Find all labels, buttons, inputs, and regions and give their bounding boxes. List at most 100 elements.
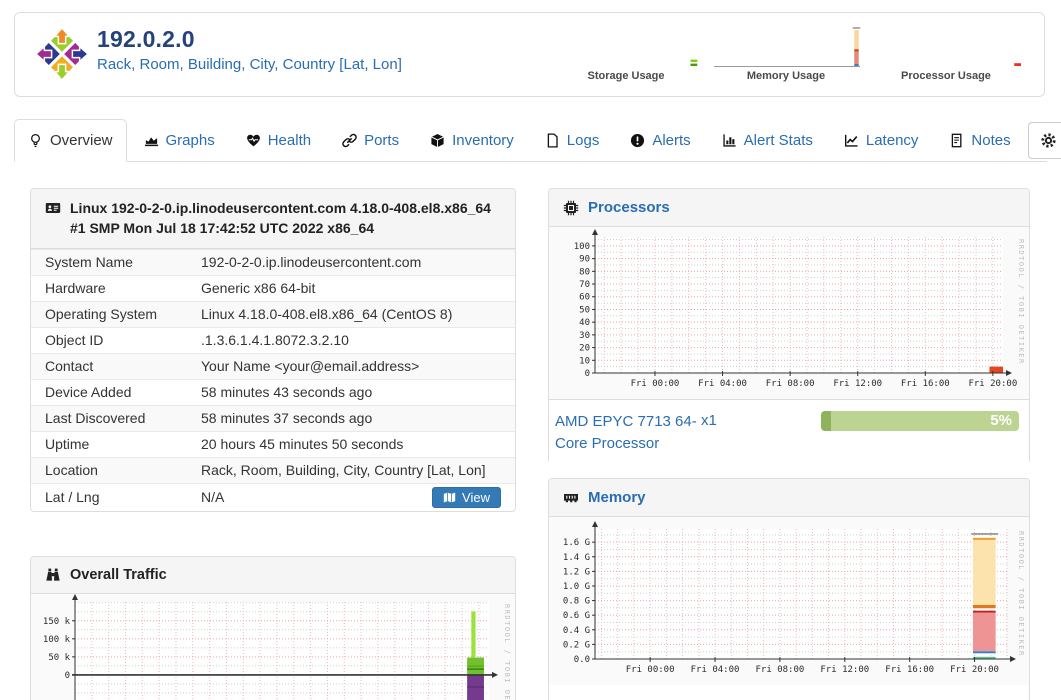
tab-label: Alert Stats bbox=[743, 131, 813, 149]
svg-text:30: 30 bbox=[579, 331, 590, 341]
table-row: Device Added 58 minutes 43 seconds ago bbox=[31, 378, 515, 405]
lightbulb-icon bbox=[28, 133, 43, 148]
svg-text:0.4 G: 0.4 G bbox=[563, 626, 590, 636]
table-row: Lat / Lng N/A View bbox=[31, 482, 515, 511]
tab-label: Ports bbox=[364, 131, 400, 149]
memory-chip-icon bbox=[564, 493, 578, 502]
map-icon bbox=[443, 492, 456, 502]
svg-text:150 k: 150 k bbox=[43, 617, 71, 627]
tab-actions-group bbox=[1027, 121, 1061, 159]
overall-traffic-header: Overall Traffic bbox=[31, 557, 515, 594]
memory-card: Memory 0.0 0.2 G 0.4 G 0.6 G 0.8 G 1.0 G 1.2 G… bbox=[548, 478, 1030, 700]
svg-text:0: 0 bbox=[65, 671, 70, 681]
tab-label: Graphs bbox=[165, 131, 215, 149]
tab-label: Logs bbox=[566, 131, 600, 149]
device-tab-bar: Overview Graphs Health Ports Inventory L… bbox=[14, 119, 1061, 162]
svg-text:Fri 20:00: Fri 20:00 bbox=[950, 665, 999, 675]
tab-health[interactable]: Health bbox=[232, 119, 325, 161]
svg-text:RRDTOOL / TOBI OETIKER: RRDTOOL / TOBI OETIKER bbox=[503, 604, 511, 700]
exclamation-circle-icon bbox=[630, 133, 645, 148]
bar-chart-icon bbox=[722, 133, 737, 148]
device-ip-title: 192.0.2.0 bbox=[97, 26, 195, 52]
svg-text:Fri 12:00: Fri 12:00 bbox=[820, 665, 869, 675]
device-location-link[interactable]: Rack, Room, Building, City, Country [Lat… bbox=[97, 56, 402, 73]
svg-text:0.0: 0.0 bbox=[574, 655, 590, 665]
tab-alerts[interactable]: Alerts bbox=[616, 119, 704, 161]
svg-text:0.2 G: 0.2 G bbox=[563, 640, 590, 650]
cube-icon bbox=[430, 133, 445, 148]
binoculars-icon bbox=[46, 568, 60, 581]
svg-text:1.6 G: 1.6 G bbox=[563, 538, 590, 548]
svg-text:50: 50 bbox=[579, 305, 590, 315]
table-row: System Name 192-0-2-0.ip.linodeuserconten… bbox=[31, 248, 515, 275]
tab-ports[interactable]: Ports bbox=[328, 119, 413, 161]
device-header-card: 192.0.2.0 Rack, Room, Building, City, Co… bbox=[14, 12, 1045, 97]
svg-text:60: 60 bbox=[579, 293, 590, 303]
svg-text:Fri 08:00: Fri 08:00 bbox=[756, 665, 805, 675]
svg-text:90: 90 bbox=[579, 255, 590, 265]
header-mini-graphs: Storage Usage Memory Usage Processor Usa… bbox=[546, 25, 1026, 82]
cpu-usage-bar: 5% bbox=[821, 411, 1019, 431]
tab-logs[interactable]: Logs bbox=[531, 119, 614, 161]
memory-usage-sparkline bbox=[711, 25, 861, 69]
tab-overview[interactable]: Overview bbox=[14, 119, 127, 162]
svg-text:1.2 G: 1.2 G bbox=[563, 567, 590, 577]
cpu-name-link[interactable]: AMD EPYC 7713 64-Core Processor bbox=[555, 411, 701, 455]
tab-alert-stats[interactable]: Alert Stats bbox=[708, 119, 827, 161]
tab-graphs[interactable]: Graphs bbox=[130, 119, 229, 161]
cpu-usage-bar-fill bbox=[821, 411, 831, 431]
svg-text:100 k: 100 k bbox=[43, 635, 71, 645]
microchip-icon bbox=[563, 200, 579, 215]
table-row: Operating System Linux 4.18.0-408.el8.x86… bbox=[31, 300, 515, 327]
memory-title: Memory bbox=[588, 489, 646, 506]
table-row: Hardware Generic x86 64-bit bbox=[31, 274, 515, 301]
cpu-count: x1 bbox=[701, 412, 717, 429]
device-os-string: Linux 192-0-2-0.ip.linodeusercontent.com… bbox=[70, 200, 491, 237]
tab-label: Inventory bbox=[452, 131, 514, 149]
processors-graph[interactable]: 0 10 20 30 40 50 60 70 80 90 100 Fri 00:00 Fri 04:00… bbox=[549, 227, 1029, 399]
svg-text:Fri 16:00: Fri 16:00 bbox=[885, 665, 934, 675]
svg-text:Fri 20:00: Fri 20:00 bbox=[968, 379, 1017, 389]
address-card-icon bbox=[45, 203, 61, 213]
svg-text:70: 70 bbox=[579, 280, 590, 290]
processor-usage-sparkline bbox=[871, 25, 1021, 69]
file-icon bbox=[545, 132, 560, 148]
svg-text:1.0 G: 1.0 G bbox=[563, 582, 590, 592]
svg-text:Fri 04:00: Fri 04:00 bbox=[691, 665, 740, 675]
overall-traffic-card: Overall Traffic 0 50 k 100 k 150 k RRDTOOL /… bbox=[30, 556, 516, 700]
note-icon bbox=[949, 133, 964, 148]
area-chart-icon bbox=[144, 133, 159, 148]
svg-text:0: 0 bbox=[585, 369, 590, 379]
tab-label: Latency bbox=[865, 131, 919, 149]
svg-text:10: 10 bbox=[579, 356, 590, 366]
mini-graph-memory[interactable]: Memory Usage bbox=[706, 25, 866, 82]
tab-label: Health bbox=[267, 131, 312, 149]
tab-notes[interactable]: Notes bbox=[935, 119, 1024, 161]
view-map-button[interactable]: View bbox=[432, 486, 501, 508]
heartbeat-icon bbox=[246, 133, 261, 148]
processor-usage-label: Processor Usage bbox=[901, 70, 991, 82]
memory-graph[interactable]: 0.0 0.2 G 0.4 G 0.6 G 0.8 G 1.0 G 1.2 G 1.4 G 1.… bbox=[549, 517, 1029, 685]
svg-text:0.6 G: 0.6 G bbox=[563, 611, 590, 621]
svg-text:Fri 00:00: Fri 00:00 bbox=[631, 379, 680, 389]
overall-traffic-graph[interactable]: 0 50 k 100 k 150 k RRDTOOL / TOBI OETIKER bbox=[31, 594, 515, 700]
svg-text:100: 100 bbox=[574, 242, 590, 252]
memory-usage-label: Memory Usage bbox=[746, 70, 826, 82]
centos-logo bbox=[34, 25, 90, 88]
settings-button[interactable] bbox=[1027, 121, 1061, 159]
tab-label: Overview bbox=[50, 132, 113, 149]
svg-text:Fri 12:00: Fri 12:00 bbox=[833, 379, 882, 389]
svg-text:50 k: 50 k bbox=[48, 653, 70, 663]
mini-graph-storage[interactable]: Storage Usage bbox=[546, 25, 706, 82]
svg-text:40: 40 bbox=[579, 318, 590, 328]
tab-latency[interactable]: Latency bbox=[830, 119, 933, 161]
device-info-card: Linux 192-0-2-0.ip.linodeusercontent.com… bbox=[30, 188, 516, 512]
device-info-table: System Name 192-0-2-0.ip.linodeuserconten… bbox=[31, 248, 515, 511]
memory-header: Memory bbox=[549, 479, 1029, 517]
mini-graph-processor[interactable]: Processor Usage bbox=[866, 25, 1026, 82]
table-row: Uptime 20 hours 45 minutes 50 seconds bbox=[31, 430, 515, 457]
table-row: Contact Your Name <your@email.address> bbox=[31, 352, 515, 379]
tab-inventory[interactable]: Inventory bbox=[416, 119, 528, 161]
overall-traffic-title: Overall Traffic bbox=[70, 567, 167, 583]
cpu-usage-percent: 5% bbox=[990, 412, 1012, 429]
